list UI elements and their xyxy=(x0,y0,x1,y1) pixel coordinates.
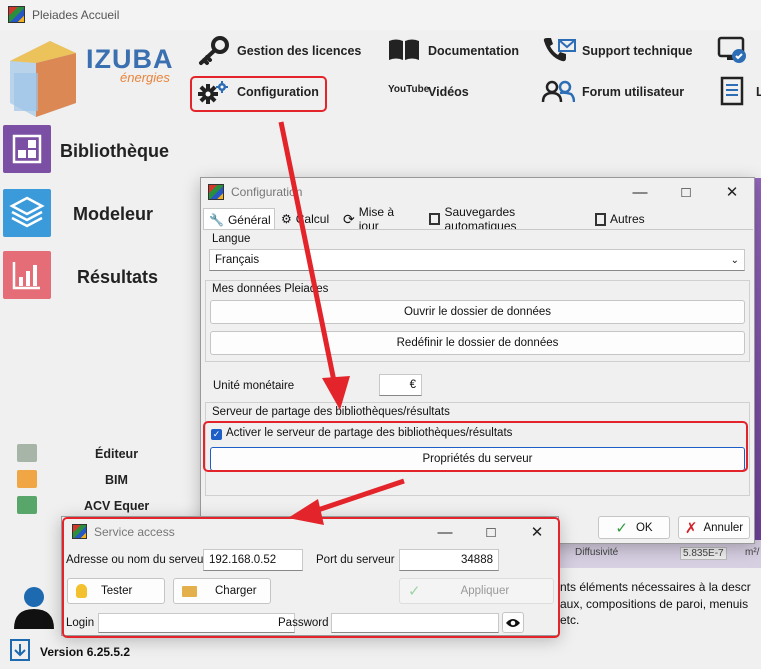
tab-calcul-label: Calcul xyxy=(295,212,330,226)
monitor-icon xyxy=(717,36,749,69)
avatar[interactable] xyxy=(10,585,58,632)
save-icon xyxy=(429,213,441,225)
service-highlight xyxy=(62,517,560,638)
langue-label: Langue xyxy=(212,233,251,245)
layers-icon xyxy=(9,196,45,228)
currency-label: Unité monétaire xyxy=(213,380,295,392)
modeleur-tile[interactable] xyxy=(3,189,51,237)
acv-icon xyxy=(17,496,37,514)
app-title: Pleiades Accueil xyxy=(32,8,120,22)
documentation-link[interactable]: Documentation xyxy=(428,44,519,58)
configuration-dialog: Configuration — □ ✕ 🔧 Général ⚙ Calcul ⟳… xyxy=(200,177,755,544)
server-highlight xyxy=(203,421,748,472)
langue-value: Français xyxy=(215,254,260,266)
modeleur-label[interactable]: Modeleur xyxy=(73,204,153,225)
tab-general-label: Général xyxy=(227,212,271,227)
bim-link[interactable]: BIM xyxy=(105,473,128,487)
youtube-icon: YouTube xyxy=(388,84,430,95)
refresh-icon: ⟳ xyxy=(343,210,355,227)
tab-sauvegardes[interactable]: Sauvegardes automatiques xyxy=(423,205,587,233)
resultats-tile[interactable] xyxy=(3,251,51,299)
version-label: Version 6.25.5.2 xyxy=(40,645,131,659)
bg-diffusivity: Diffusivité xyxy=(575,547,619,558)
bg-value: 5.835E-7 xyxy=(680,547,727,560)
bim-icon xyxy=(17,470,37,488)
chart-icon xyxy=(12,262,40,290)
app-icon xyxy=(8,6,25,23)
logo-sub: énergies xyxy=(120,70,170,85)
close-button[interactable]: ✕ xyxy=(709,178,755,206)
forum-link[interactable]: Forum utilisateur xyxy=(582,85,684,99)
bibliotheque-tile[interactable] xyxy=(3,125,51,173)
maximize-button[interactable]: □ xyxy=(663,178,709,206)
cancel-button[interactable]: ✗ Annuler xyxy=(678,516,750,539)
bg-text-line3: etc. xyxy=(560,613,580,627)
extra-link[interactable]: L xyxy=(756,85,761,99)
library-icon xyxy=(12,134,42,164)
bg-unit: m²/ xyxy=(745,547,760,558)
videos-link[interactable]: Vidéos xyxy=(428,85,469,99)
tab-autres[interactable]: Autres xyxy=(589,208,653,230)
donnees-label: Mes données Pleiades xyxy=(212,283,329,295)
tab-mise-a-jour[interactable]: ⟳ Mise à jour xyxy=(337,205,423,233)
resultats-label[interactable]: Résultats xyxy=(77,267,158,288)
check-icon: ✓ xyxy=(615,519,628,537)
currency-input[interactable]: € xyxy=(379,374,422,396)
open-folder-button[interactable]: Ouvrir le dossier de données xyxy=(210,300,745,324)
gear-icon: ⚙ xyxy=(281,212,292,226)
config-title: Configuration xyxy=(231,185,303,199)
cancel-label: Annuler xyxy=(703,521,744,534)
tab-autres-label: Autres xyxy=(610,212,645,226)
redefine-folder-button[interactable]: Redéfinir le dossier de données xyxy=(210,331,745,355)
server-group-label: Serveur de partage des bibliothèques/rés… xyxy=(212,406,450,418)
configuration-link[interactable]: Configuration xyxy=(237,85,319,99)
chevron-down-icon: ⌄ xyxy=(730,254,739,266)
update-icon[interactable] xyxy=(9,638,31,665)
config-app-icon xyxy=(208,184,224,200)
users-icon xyxy=(541,80,576,107)
wrench-icon: 🔧 xyxy=(209,212,224,227)
editeur-icon xyxy=(17,444,37,462)
minimize-button[interactable]: — xyxy=(617,178,663,206)
langue-select[interactable]: Français ⌄ xyxy=(209,249,745,271)
key-icon xyxy=(196,36,230,69)
bibliotheque-label[interactable]: Bibliothèque xyxy=(60,141,169,162)
close-icon: ✗ xyxy=(684,519,698,537)
licences-link[interactable]: Gestion des licences xyxy=(237,44,361,58)
tab-calcul[interactable]: ⚙ Calcul xyxy=(275,208,335,230)
gears-icon xyxy=(197,80,231,107)
bg-text-line1: nts éléments nécessaires à la descr xyxy=(560,580,751,594)
document-icon xyxy=(720,76,744,109)
support-link[interactable]: Support technique xyxy=(582,44,692,58)
editeur-link[interactable]: Éditeur xyxy=(95,447,138,461)
book-icon xyxy=(387,38,421,65)
ok-label: OK xyxy=(635,521,653,534)
ok-button[interactable]: ✓ OK xyxy=(598,516,670,539)
acv-link[interactable]: ACV Equer xyxy=(84,499,149,513)
pages-icon xyxy=(595,212,606,226)
tab-general[interactable]: 🔧 Général xyxy=(203,208,275,230)
support-icon xyxy=(541,36,577,67)
bg-text-line2: aux, compositions de paroi, menuis xyxy=(560,597,749,611)
